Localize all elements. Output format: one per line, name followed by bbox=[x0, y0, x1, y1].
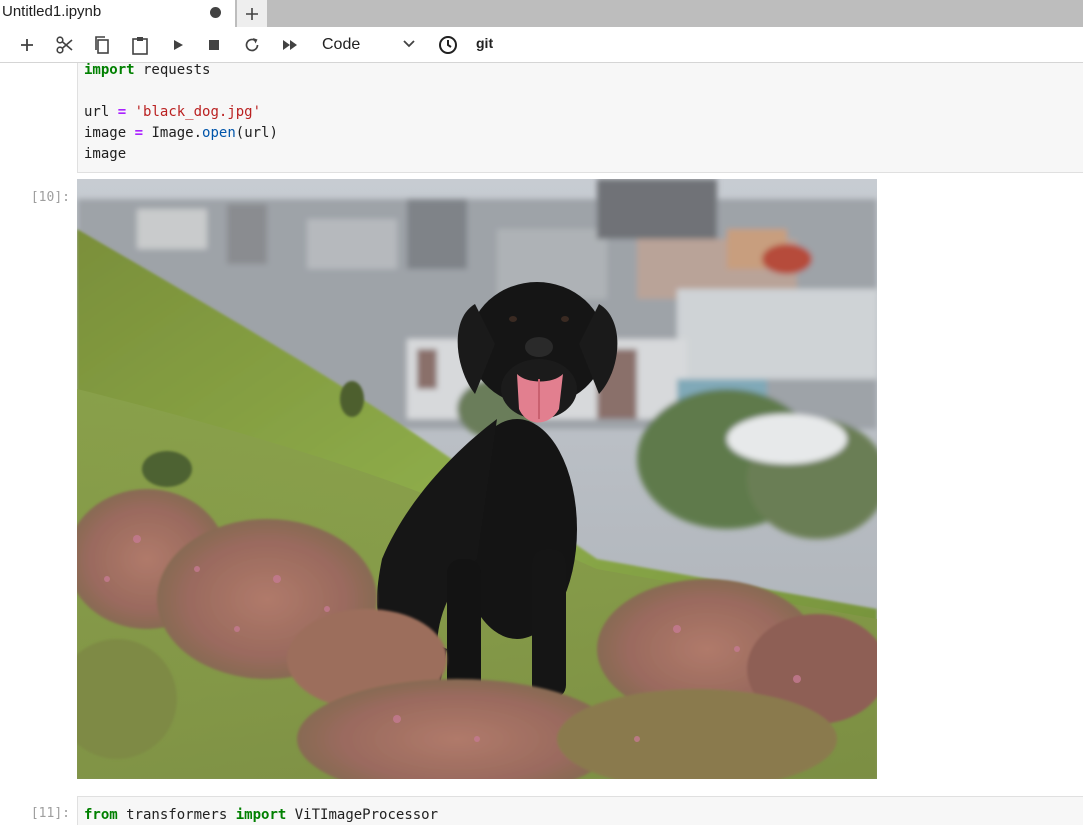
cut-cell-button[interactable] bbox=[53, 33, 77, 57]
code-text: transformers bbox=[117, 807, 236, 823]
code-keyword: import bbox=[84, 63, 135, 78]
code-text: (url) bbox=[235, 125, 278, 141]
code-cell[interactable]: from transformers import ViTImageProcess… bbox=[77, 796, 1083, 825]
scissors-icon bbox=[56, 36, 73, 54]
code-text: image bbox=[84, 125, 127, 141]
interrupt-kernel-button[interactable] bbox=[202, 33, 226, 57]
git-button[interactable]: git bbox=[476, 35, 493, 51]
restart-kernel-button[interactable] bbox=[240, 33, 264, 57]
code-text: image bbox=[84, 146, 127, 162]
unsaved-dot-icon[interactable] bbox=[210, 7, 221, 18]
tab-title: Untitled1.ipynb bbox=[2, 3, 102, 20]
restart-icon bbox=[245, 38, 259, 52]
code-keyword: import bbox=[235, 807, 287, 823]
chevron-down-icon bbox=[403, 40, 415, 48]
code-text: ViTImageProcessor bbox=[286, 807, 439, 823]
code-function: open bbox=[202, 125, 236, 141]
play-icon bbox=[174, 40, 183, 50]
fast-forward-icon bbox=[283, 40, 297, 50]
notebook-panel: import requests url = 'black_dog.jpg' im… bbox=[0, 63, 1083, 825]
paste-cell-button[interactable] bbox=[128, 33, 152, 57]
copy-icon bbox=[95, 36, 109, 54]
code-editor[interactable]: import requests url = 'black_dog.jpg' im… bbox=[84, 63, 278, 165]
notebook-toolbar: Code git bbox=[0, 27, 1083, 63]
insert-cell-button[interactable] bbox=[15, 33, 39, 57]
code-string: 'black_dog.jpg' bbox=[134, 104, 262, 120]
code-text: requests bbox=[134, 63, 211, 78]
notebook-tab[interactable]: Untitled1.ipynb bbox=[0, 0, 236, 27]
code-editor[interactable]: from transformers import ViTImageProcess… bbox=[84, 805, 438, 825]
clipboard-icon bbox=[132, 37, 148, 55]
code-operator: = bbox=[117, 104, 127, 120]
code-operator: = bbox=[134, 125, 144, 141]
tab-bar: Untitled1.ipynb bbox=[0, 0, 1083, 27]
history-button[interactable] bbox=[436, 33, 460, 57]
cell-type-value: Code bbox=[322, 36, 361, 53]
restart-run-all-button[interactable] bbox=[278, 33, 302, 57]
plus-icon bbox=[21, 39, 33, 51]
output-image[interactable] bbox=[77, 179, 877, 779]
code-cell[interactable]: import requests url = 'black_dog.jpg' im… bbox=[77, 63, 1083, 173]
output-prompt: [10]: bbox=[30, 190, 70, 205]
black-dog-photo bbox=[77, 179, 877, 779]
clock-icon bbox=[439, 36, 457, 54]
code-text: url bbox=[84, 104, 110, 120]
copy-cell-button[interactable] bbox=[90, 33, 114, 57]
code-keyword: from bbox=[84, 807, 118, 823]
code-text: Image. bbox=[151, 125, 203, 141]
run-cell-button[interactable] bbox=[166, 33, 190, 57]
plus-icon bbox=[246, 7, 258, 20]
input-prompt: [11]: bbox=[30, 806, 70, 821]
stop-icon bbox=[209, 40, 219, 50]
cell-type-dropdown[interactable]: Code bbox=[314, 33, 424, 57]
new-tab-button[interactable] bbox=[237, 0, 267, 27]
